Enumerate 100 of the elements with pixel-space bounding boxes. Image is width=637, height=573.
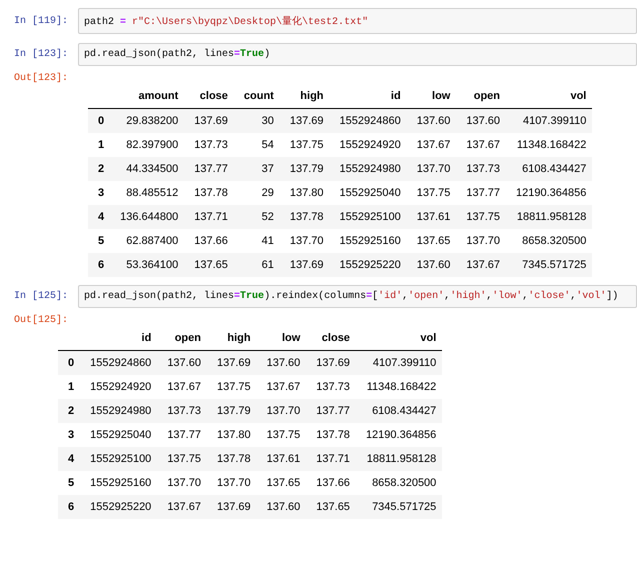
- column-header: vol: [570, 90, 586, 102]
- table-cell: 88.485512: [126, 187, 178, 199]
- row-index: 3: [68, 429, 74, 441]
- table-cell: 137.69: [290, 115, 324, 127]
- table-cell: 1552925100: [340, 211, 401, 223]
- table-cell: 137.69: [216, 501, 251, 513]
- table-cell: 137.78: [290, 211, 324, 223]
- table-cell: 61: [262, 259, 274, 271]
- table-cell: 1552924980: [90, 405, 152, 417]
- table-cell: 137.75: [167, 453, 201, 465]
- row-index: 2: [68, 405, 74, 417]
- table-cell: 137.70: [216, 477, 251, 489]
- table-cell: 137.79: [290, 163, 324, 175]
- table-cell: 137.70: [167, 477, 201, 489]
- table-cell: 82.397900: [126, 139, 178, 151]
- row-index: 6: [68, 501, 74, 513]
- table-cell: 1552925220: [340, 259, 401, 271]
- table-cell: 137.67: [167, 501, 201, 513]
- row-index: 4: [68, 453, 74, 465]
- table-cell: 4107.399110: [372, 357, 436, 369]
- table-cell: 137.73: [167, 405, 201, 417]
- table-cell: 137.69: [194, 115, 228, 127]
- table-cell: 137.60: [167, 357, 201, 369]
- table-cell: 18811.958128: [516, 211, 586, 223]
- table-cell: 137.73: [194, 139, 228, 151]
- column-header: count: [244, 90, 274, 102]
- table-cell: 137.61: [416, 211, 450, 223]
- output-prompt: Out[123]:: [13, 73, 70, 84]
- table-cell: 137.70: [290, 235, 324, 247]
- input-prompt: In [125]:: [13, 291, 70, 302]
- table-cell: 137.80: [290, 187, 324, 199]
- table-cell: 137.69: [290, 259, 324, 271]
- row-index: 1: [98, 139, 104, 151]
- table-cell: 1552924920: [90, 381, 152, 393]
- input-prompt: In [123]:: [13, 49, 70, 60]
- column-header: close: [322, 332, 350, 344]
- table-cell: 137.69: [216, 357, 251, 369]
- row-index: 6: [98, 259, 104, 271]
- table-cell: 4107.399110: [522, 115, 586, 127]
- table-cell: 1552924860: [340, 115, 401, 127]
- table-cell: 137.75: [416, 187, 450, 199]
- table-cell: 11348.168422: [516, 139, 586, 151]
- table-cell: 137.77: [316, 405, 350, 417]
- table-cell: 137.75: [466, 211, 500, 223]
- column-header: vol: [420, 332, 436, 344]
- table-cell: 137.78: [216, 453, 251, 465]
- table-cell: 8658.320500: [522, 235, 586, 247]
- table-cell: 137.78: [316, 429, 350, 441]
- table-cell: 137.78: [194, 187, 228, 199]
- output-prompt: Out[125]:: [13, 315, 70, 326]
- table-cell: 1552925160: [90, 477, 152, 489]
- table-cell: 137.66: [316, 477, 350, 489]
- code-cell[interactable]: pd.read_json(path2, lines=True): [78, 43, 637, 66]
- column-header: id: [390, 90, 401, 102]
- table-cell: 44.334500: [126, 163, 178, 175]
- table-cell: 137.60: [266, 501, 300, 513]
- table-cell: 137.79: [216, 405, 251, 417]
- table-cell: 137.61: [266, 453, 300, 465]
- row-index: 1: [68, 381, 74, 393]
- table-cell: 137.67: [167, 381, 201, 393]
- table-cell: 137.70: [466, 235, 500, 247]
- table-cell: 12190.364856: [366, 429, 436, 441]
- column-header: close: [200, 90, 228, 102]
- table-cell: 137.60: [416, 259, 450, 271]
- table-cell: 41: [262, 235, 274, 247]
- table-cell: 1552925040: [90, 429, 152, 441]
- table-cell: 137.77: [466, 187, 500, 199]
- row-index: 5: [98, 235, 104, 247]
- table-cell: 1552924920: [340, 139, 401, 151]
- table-cell: 137.65: [266, 477, 300, 489]
- column-header: open: [474, 90, 500, 102]
- input-prompt: In [119]:: [13, 16, 70, 26]
- row-index: 5: [68, 477, 74, 489]
- column-header: low: [282, 332, 300, 344]
- table-cell: 6108.434427: [372, 405, 436, 417]
- column-header: amount: [138, 90, 178, 102]
- column-header: open: [174, 332, 201, 344]
- column-header: id: [142, 332, 152, 344]
- table-cell: 137.77: [167, 429, 201, 441]
- table-cell: 137.60: [416, 115, 450, 127]
- table-cell: 137.70: [266, 405, 300, 417]
- table-cell: 137.67: [466, 259, 500, 271]
- code-cell[interactable]: pd.read_json(path2, lines=True).reindex(columns=['id','open','high','low','close','vol']): [78, 285, 637, 308]
- table-cell: 62.887400: [126, 235, 178, 247]
- table-cell: 137.66: [194, 235, 228, 247]
- table-cell: 137.71: [194, 211, 228, 223]
- table-cell: 1552924860: [90, 357, 152, 369]
- table-cell: 37: [262, 163, 274, 175]
- table-cell: 7345.571725: [522, 259, 586, 271]
- table-cell: 6108.434427: [522, 163, 586, 175]
- table-cell: 137.69: [316, 357, 350, 369]
- table-cell: 137.60: [266, 357, 300, 369]
- row-index: 4: [98, 211, 104, 223]
- table-cell: 1552925040: [340, 187, 401, 199]
- table-cell: 7345.571725: [372, 501, 436, 513]
- table-cell: 53.364100: [126, 259, 178, 271]
- table-cell: 137.67: [266, 381, 300, 393]
- table-cell: 137.75: [266, 429, 300, 441]
- table-cell: 137.67: [466, 139, 500, 151]
- code-cell[interactable]: path2 = r"C:\Users\byqpz\Desktop\量化\test2.txt": [78, 8, 637, 34]
